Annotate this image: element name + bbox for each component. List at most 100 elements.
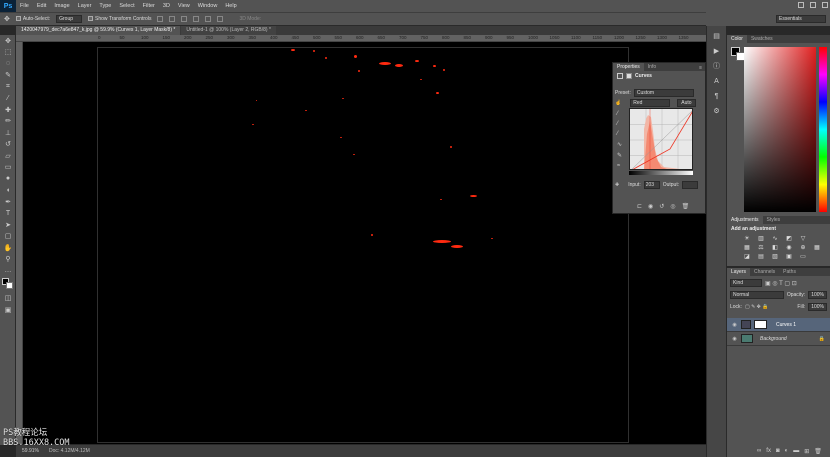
character-icon[interactable]: A xyxy=(711,76,723,86)
eyedropper-gray-icon[interactable]: ⁄ xyxy=(617,121,622,127)
path-select-tool-icon[interactable]: ➤ xyxy=(0,219,16,231)
levels-icon[interactable]: ▥ xyxy=(757,236,765,243)
layer-curves[interactable]: ◉ Curves 1 xyxy=(727,318,830,332)
zoom-level[interactable]: 59.91% xyxy=(16,448,45,454)
auto-select-dropdown[interactable]: Group xyxy=(56,15,83,23)
menu-help[interactable]: Help xyxy=(221,3,240,9)
align-bottom-icon[interactable] xyxy=(181,16,188,22)
more-tools-icon[interactable]: … xyxy=(0,265,16,277)
delete-layer-icon[interactable]: 🗑 xyxy=(814,448,822,455)
paragraph-icon[interactable]: ¶ xyxy=(711,91,723,101)
type-tool-icon[interactable]: T xyxy=(0,208,16,220)
marquee-tool-icon[interactable]: ⬚ xyxy=(0,47,16,59)
tab-styles[interactable]: Styles xyxy=(763,216,785,224)
curve-cursor-icon[interactable]: ✚ xyxy=(615,182,619,188)
output-field[interactable] xyxy=(682,181,699,189)
new-group-icon[interactable]: ▬ xyxy=(793,448,799,455)
brush-tool-icon[interactable]: ✏ xyxy=(0,116,16,128)
hand-tool-icon[interactable]: ✋ xyxy=(0,242,16,254)
transform-controls-checkbox[interactable]: Show Transform Controls xyxy=(88,16,151,22)
auto-select-checkbox[interactable]: Auto-Select: xyxy=(15,16,50,22)
tab-channels[interactable]: Channels xyxy=(750,268,779,276)
visibility-eye-icon[interactable]: ◉ xyxy=(731,336,738,342)
eyedropper-black-icon[interactable]: ⁄ xyxy=(617,111,622,117)
history-brush-tool-icon[interactable]: ↺ xyxy=(0,139,16,151)
zoom-tool-icon[interactable]: ⚲ xyxy=(0,254,16,266)
add-mask-icon[interactable]: ◙ xyxy=(776,448,780,455)
minimize-icon[interactable] xyxy=(798,2,804,8)
blend-mode-dropdown[interactable]: Normal xyxy=(730,291,784,299)
mask-icon[interactable] xyxy=(626,72,632,79)
menu-file[interactable]: File xyxy=(16,3,33,9)
new-layer-icon[interactable]: ⊞ xyxy=(804,448,809,455)
auto-button[interactable]: Auto xyxy=(677,99,696,107)
visibility-eye-icon[interactable]: ◉ xyxy=(731,322,738,328)
menu-window[interactable]: Window xyxy=(194,3,222,9)
blur-tool-icon[interactable]: ● xyxy=(0,173,16,185)
curves-graph[interactable] xyxy=(629,108,693,170)
align-left-icon[interactable] xyxy=(193,16,200,22)
tab-properties[interactable]: Properties xyxy=(613,63,644,71)
hue-slider[interactable] xyxy=(819,47,827,212)
opacity-field[interactable]: 100% xyxy=(808,291,827,299)
delete-icon[interactable]: 🗑 xyxy=(682,203,690,210)
maximize-icon[interactable] xyxy=(810,2,816,8)
menu-filter[interactable]: Filter xyxy=(139,3,159,9)
link-layers-icon[interactable]: ∞ xyxy=(757,448,761,455)
gradient-map-icon[interactable]: ▭ xyxy=(799,254,807,261)
lock-icons[interactable]: ▢ ✎ ✥ 🔒 xyxy=(745,304,769,310)
eraser-tool-icon[interactable]: ▱ xyxy=(0,150,16,162)
menu-select[interactable]: Select xyxy=(115,3,138,9)
new-adjustment-icon[interactable]: ◐ xyxy=(785,448,789,455)
tab-document-2[interactable]: Untitled-1 @ 100% (Layer 2, RGB/8) * xyxy=(181,26,276,35)
visibility-icon[interactable]: ◎ xyxy=(670,203,675,210)
filter-icons[interactable]: ▣ ◎ T ▢ ⊡ xyxy=(765,280,797,287)
brightness-icon[interactable]: ☀ xyxy=(743,236,751,243)
layer-mask-thumb[interactable] xyxy=(754,320,767,329)
workspace-dropdown[interactable]: Essentials xyxy=(776,15,826,23)
tool-presets-icon[interactable]: ⚙ xyxy=(711,106,723,116)
menu-edit[interactable]: Edit xyxy=(33,3,50,9)
hand-adjust-icon[interactable]: ☝ xyxy=(615,100,621,106)
info-icon[interactable]: ⓘ xyxy=(711,61,723,71)
vibrance-icon[interactable]: ▽ xyxy=(799,236,807,243)
tab-adjustments[interactable]: Adjustments xyxy=(727,216,763,224)
healing-tool-icon[interactable]: ✚ xyxy=(0,104,16,116)
black-white-icon[interactable]: ◧ xyxy=(771,245,779,252)
quick-mask-icon[interactable]: ◫ xyxy=(0,293,16,305)
color-swatches-fgbg[interactable] xyxy=(731,47,745,61)
tab-color[interactable]: Color xyxy=(727,35,747,43)
fx-icon[interactable]: fx xyxy=(766,448,771,455)
preset-dropdown[interactable]: Custom xyxy=(633,89,694,97)
tab-layers[interactable]: Layers xyxy=(727,268,751,276)
reset-icon[interactable]: ↺ xyxy=(659,203,664,210)
tab-info[interactable]: Info xyxy=(644,63,660,71)
menu-type[interactable]: Type xyxy=(95,3,115,9)
gradient-tool-icon[interactable]: ▭ xyxy=(0,162,16,174)
channel-dropdown[interactable]: Red xyxy=(630,99,671,107)
posterize-icon[interactable]: ▤ xyxy=(757,254,765,261)
tab-paths[interactable]: Paths xyxy=(779,268,800,276)
align-middle-icon[interactable] xyxy=(169,16,176,22)
tab-swatches[interactable]: Swatches xyxy=(747,35,777,43)
curves-adjust-icon[interactable]: ∿ xyxy=(771,236,779,243)
tab-document-1[interactable]: 1420047979_dec7a6e847_k.jpg @ 59.9% (Cur… xyxy=(16,26,181,35)
input-field[interactable]: 203 xyxy=(643,181,660,189)
hue-saturation-icon[interactable]: ▦ xyxy=(743,245,751,252)
fill-field[interactable]: 100% xyxy=(808,303,827,311)
layer-background[interactable]: ◉ Background 🔒 xyxy=(727,332,830,346)
shape-tool-icon[interactable]: ▢ xyxy=(0,231,16,243)
lasso-tool-icon[interactable]: ◌ xyxy=(0,58,16,70)
doc-info[interactable]: Doc: 4.12M/4.12M xyxy=(45,448,94,454)
actions-icon[interactable]: ▶ xyxy=(711,46,723,56)
menu-view[interactable]: View xyxy=(174,3,194,9)
photo-filter-icon[interactable]: ◉ xyxy=(785,245,793,252)
curve-point-icon[interactable]: ∿ xyxy=(617,141,622,148)
eyedropper-white-icon[interactable]: ⁄ xyxy=(617,131,622,137)
quick-select-tool-icon[interactable]: ✎ xyxy=(0,70,16,82)
align-center-icon[interactable] xyxy=(205,16,212,22)
view-previous-icon[interactable]: ◉ xyxy=(648,203,653,210)
menu-layer[interactable]: Layer xyxy=(74,3,96,9)
selective-color-icon[interactable]: ▣ xyxy=(785,254,793,261)
color-lookup-icon[interactable]: ▦ xyxy=(813,245,821,252)
